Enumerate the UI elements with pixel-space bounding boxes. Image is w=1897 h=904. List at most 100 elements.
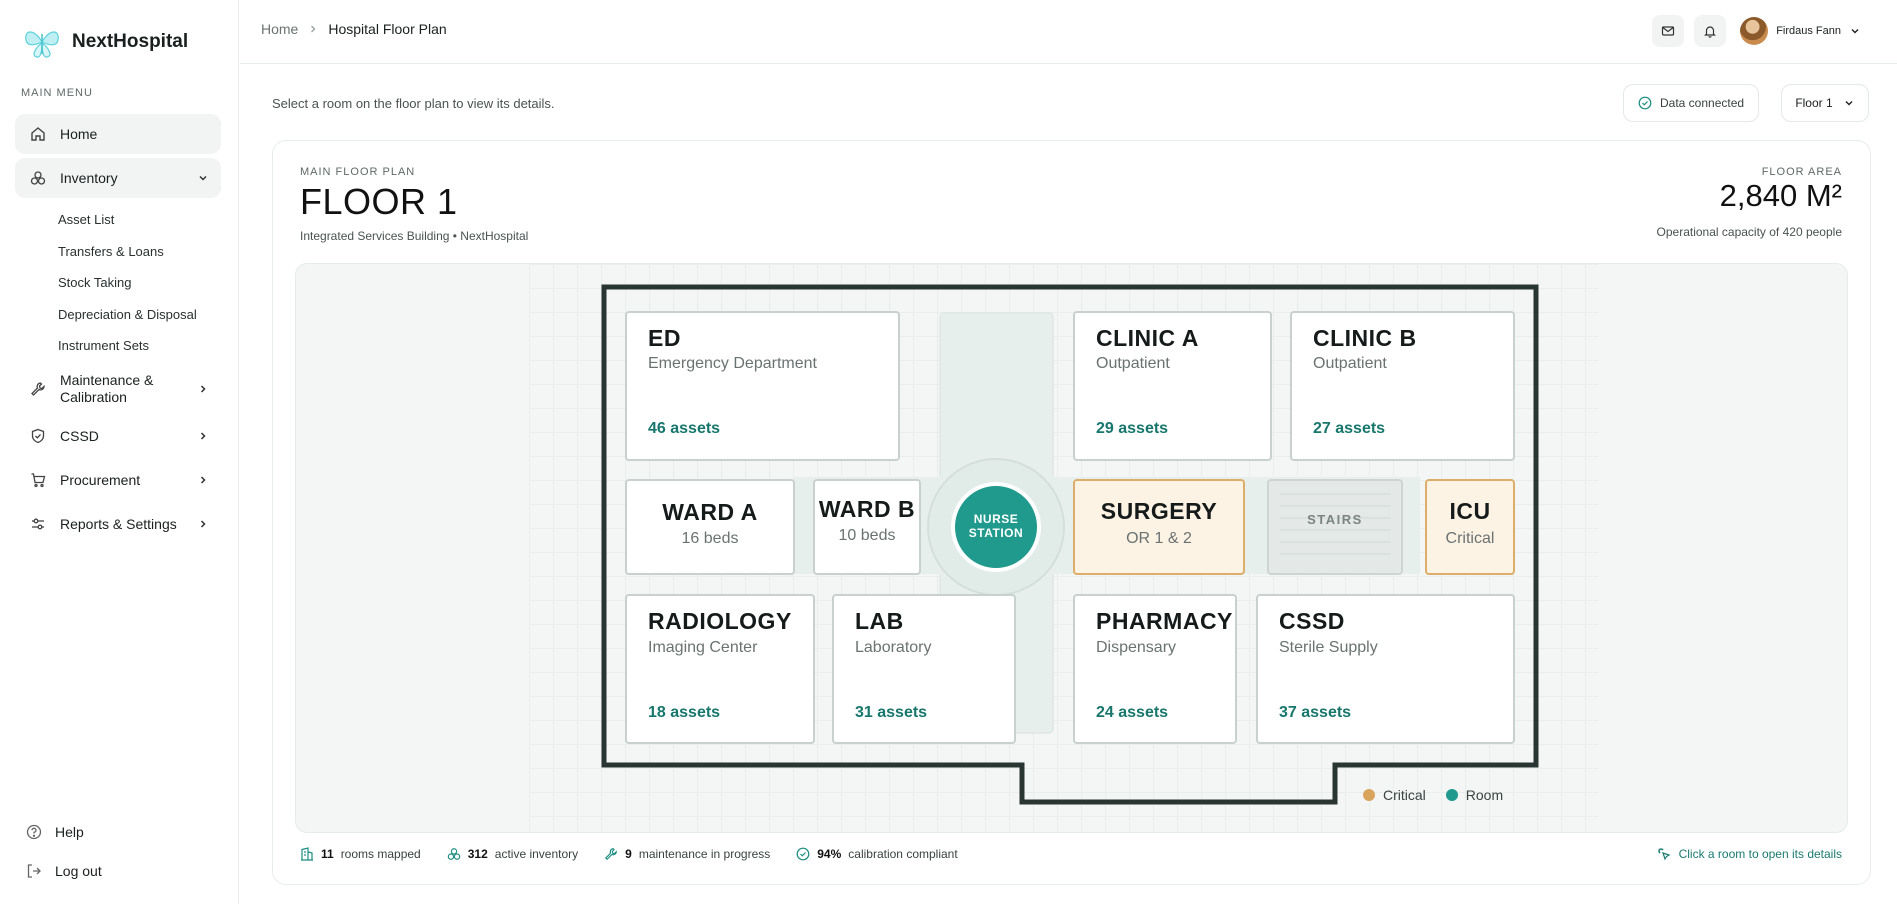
room-assets: 29 assets <box>1096 420 1168 437</box>
click-room-hint-text: Click a room to open its details <box>1678 847 1842 861</box>
room-radiology[interactable]: RADIOLOGY Imaging Center 18 assets <box>625 594 815 744</box>
stat-maintenance: 9 maintenance in progress <box>604 847 770 861</box>
room-subtitle: Outpatient <box>1096 355 1170 372</box>
chevron-right-icon <box>200 475 206 484</box>
room-icu[interactable]: ICU Critical <box>1425 479 1515 575</box>
room-surgery[interactable]: SURGERY OR 1 & 2 <box>1073 479 1245 575</box>
room-clinic-a[interactable]: CLINIC A Outpatient 29 assets <box>1073 311 1272 461</box>
logout-link[interactable]: Log out <box>25 851 102 890</box>
check-circle-icon <box>1638 96 1652 110</box>
topbar: Home Hospital Floor Plan Firdaus Fann <box>240 0 1897 64</box>
room-lab[interactable]: LAB Laboratory 31 assets <box>832 594 1016 744</box>
wrench-icon <box>604 847 618 861</box>
room-name: ED <box>648 325 681 351</box>
chevron-right-icon <box>200 431 206 440</box>
notifications-button[interactable] <box>1694 15 1727 47</box>
floor-area-kicker: FLOOR AREA <box>1761 166 1842 178</box>
help-label: Help <box>55 823 84 840</box>
sidebar-item-cssd[interactable]: CSSD <box>15 416 221 456</box>
room-subtitle: Sterile Supply <box>1279 639 1378 656</box>
room-assets: 18 assets <box>648 704 720 721</box>
room-subtitle: 16 beds <box>682 530 739 547</box>
room-subtitle: Laboratory <box>855 639 932 656</box>
sidebar-item-label: Inventory <box>60 170 118 186</box>
stat-inventory: 312 active inventory <box>447 847 578 861</box>
room-subtitle: Imaging Center <box>648 639 758 656</box>
room-pharmacy[interactable]: PHARMACY Dispensary 24 assets <box>1073 594 1237 744</box>
nurse-station[interactable]: NURSE STATION <box>927 458 1065 596</box>
stat-rooms-label: rooms mapped <box>340 847 421 861</box>
avatar <box>1740 17 1769 45</box>
pointer-click-icon <box>1657 848 1671 861</box>
floor-select[interactable]: Floor 1 <box>1781 84 1869 122</box>
room-clinic-b[interactable]: CLINIC B Outpatient 27 assets <box>1290 311 1515 461</box>
room-assets: 27 assets <box>1313 420 1385 437</box>
room-ed[interactable]: ED Emergency Department 46 assets <box>625 311 900 461</box>
floor-area-value: 2,840 M² <box>1719 178 1842 213</box>
breadcrumb-current: Hospital Floor Plan <box>328 21 447 37</box>
sidebar: NextHospital MAIN MENU Home Inventory As… <box>0 0 239 904</box>
home-icon <box>29 125 47 143</box>
stat-calibration-count: 94% <box>817 847 842 861</box>
page-hint: Select a room on the floor plan to view … <box>272 96 555 111</box>
room-name: CLINIC A <box>1096 325 1199 351</box>
room-cssd[interactable]: CSSD Sterile Supply 37 assets <box>1256 594 1515 744</box>
wrench-icon <box>29 380 47 398</box>
stat-calibration-label: calibration compliant <box>848 847 958 861</box>
chevron-down-icon <box>1845 101 1853 106</box>
stairs[interactable]: STAIRS <box>1267 479 1403 575</box>
chevron-down-icon <box>1851 29 1859 34</box>
floor-plan-card: MAIN FLOOR PLAN FLOOR 1 Integrated Servi… <box>272 140 1871 885</box>
breadcrumb-home[interactable]: Home <box>261 21 298 37</box>
sidebar-item-maintenance[interactable]: Maintenance & Calibration <box>15 366 221 412</box>
stat-rooms-count: 11 <box>321 847 334 861</box>
subnav-item-instrument-sets[interactable]: Instrument Sets <box>58 330 221 362</box>
top-actions: Firdaus Fann <box>1652 15 1861 47</box>
logout-label: Log out <box>55 862 102 879</box>
room-name: WARD B <box>819 496 915 522</box>
room-ward-a[interactable]: WARD A 16 beds <box>625 479 795 575</box>
sidebar-item-inventory[interactable]: Inventory <box>15 158 221 198</box>
sidebar-item-label: CSSD <box>60 427 99 444</box>
floor-select-value: Floor 1 <box>1795 96 1833 110</box>
help-link[interactable]: Help <box>25 812 102 851</box>
subnav-item-transfers-loans[interactable]: Transfers & Loans <box>58 236 221 268</box>
sidebar-item-procurement[interactable]: Procurement <box>15 460 221 500</box>
stat-inventory-label: active inventory <box>494 847 579 861</box>
room-subtitle: Dispensary <box>1096 639 1176 656</box>
stat-calibration: 94% calibration compliant <box>796 847 958 861</box>
stat-maintenance-label: maintenance in progress <box>638 847 771 861</box>
subnav-item-depreciation-disposal[interactable]: Depreciation & Disposal <box>58 299 221 331</box>
stats-bar: 11 rooms mapped 312 active inventory 9 m… <box>300 847 984 861</box>
stairs-label: STAIRS <box>1307 512 1363 527</box>
user-name: Firdaus Fann <box>1776 25 1841 37</box>
brand-name: NextHospital <box>72 31 189 52</box>
breadcrumb: Home Hospital Floor Plan <box>261 21 447 37</box>
room-ward-b[interactable]: WARD B 10 beds <box>813 479 921 575</box>
room-name: LAB <box>855 608 904 634</box>
check-circle-icon <box>796 847 810 861</box>
room-subtitle: Emergency Department <box>648 355 818 372</box>
stat-inventory-count: 312 <box>467 847 488 861</box>
settings-icon <box>29 515 47 533</box>
plan-legend: Critical Room <box>1363 787 1503 803</box>
brand[interactable]: NextHospital <box>22 22 188 62</box>
chevron-right-icon <box>200 384 206 393</box>
user-menu[interactable]: Firdaus Fann <box>1740 17 1861 45</box>
nurse-station-label-2: STATION <box>969 526 1023 540</box>
sidebar-item-reports-settings[interactable]: Reports & Settings <box>15 504 221 544</box>
sidebar-item-label: Home <box>60 126 98 142</box>
mail-icon <box>1662 26 1675 36</box>
messages-button[interactable] <box>1652 15 1685 47</box>
subnav-item-stock-taking[interactable]: Stock Taking <box>58 267 221 299</box>
room-name: CLINIC B <box>1313 325 1417 351</box>
inventory-icon <box>447 847 461 861</box>
floor-subtitle: Integrated Services Building • NextHospi… <box>300 229 529 243</box>
sidebar-item-label: Maintenance & Calibration <box>60 371 154 405</box>
sidebar-item-label: Reports & Settings <box>60 515 177 532</box>
subnav-item-asset-list[interactable]: Asset List <box>58 204 221 236</box>
butterfly-logo-icon <box>25 31 59 58</box>
sidebar-item-home[interactable]: Home <box>15 114 221 154</box>
legend-room-dot <box>1445 789 1458 801</box>
floor-kicker: MAIN FLOOR PLAN <box>300 166 416 178</box>
